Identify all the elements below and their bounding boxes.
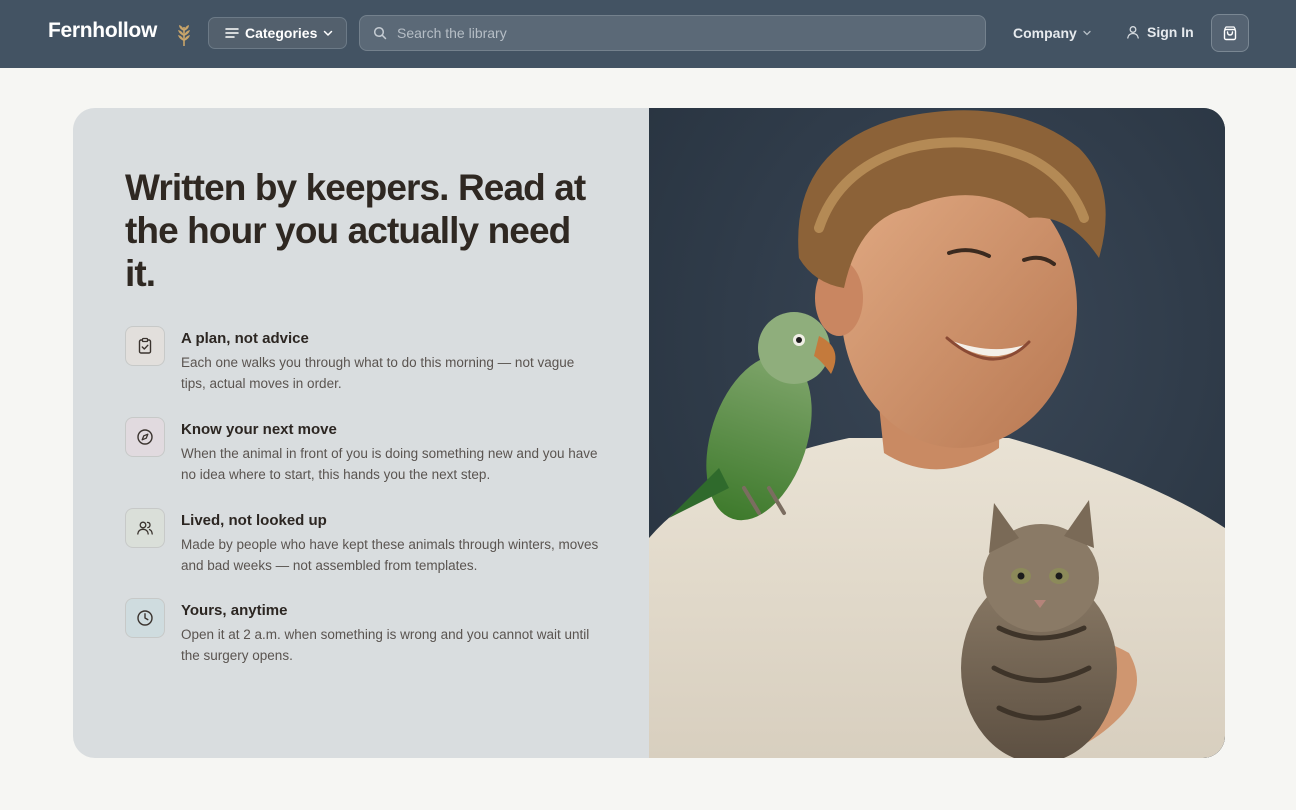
feature-description: Each one walks you through what to do th… (181, 355, 575, 391)
hero-text-panel: Written by keepers. Read at the hour you… (73, 108, 649, 758)
sign-in-link[interactable]: Sign In (1126, 24, 1194, 40)
sign-in-label: Sign In (1147, 24, 1194, 40)
categories-button[interactable]: Categories (208, 17, 347, 49)
search-input[interactable] (397, 25, 957, 41)
search-bar (359, 15, 986, 51)
feature-title: Lived, not looked up (181, 512, 327, 529)
hero-illustration (649, 108, 1225, 758)
cart-button[interactable] (1211, 14, 1249, 52)
users-icon (125, 508, 165, 548)
hero-title: Written by keepers. Read at the hour you… (125, 167, 586, 294)
company-menu[interactable]: Company (1013, 25, 1092, 41)
clock-icon (125, 598, 165, 638)
menu-lines-icon (225, 28, 239, 38)
feature-title: A plan, not advice (181, 330, 309, 347)
chevron-down-icon (1083, 30, 1091, 36)
hero-card: Written by keepers. Read at the hour you… (73, 108, 1225, 758)
hero-photo-man-with-parrot-and-kitten (649, 108, 1225, 758)
search-icon (373, 26, 387, 40)
user-icon (1127, 26, 1139, 39)
clipboard-check-icon (125, 326, 165, 366)
top-navigation-bar: Fernhollow Categories Company (0, 0, 1296, 68)
chevron-down-icon (324, 30, 333, 36)
shopping-bag-icon (1223, 26, 1237, 41)
feature-title: Know your next move (181, 421, 337, 438)
feature-description: Made by people who have kept these anima… (181, 537, 599, 573)
company-label: Company (1013, 25, 1077, 41)
feature-description: When the animal in front of you is doing… (181, 446, 598, 482)
wheat-logo-icon (178, 25, 190, 46)
compass-icon (125, 417, 165, 457)
categories-label: Categories (245, 25, 318, 41)
feature-description: Open it at 2 a.m. when something is wron… (181, 627, 590, 663)
feature-title: Yours, anytime (181, 602, 288, 619)
brand-logo[interactable]: Fernhollow (48, 19, 157, 43)
